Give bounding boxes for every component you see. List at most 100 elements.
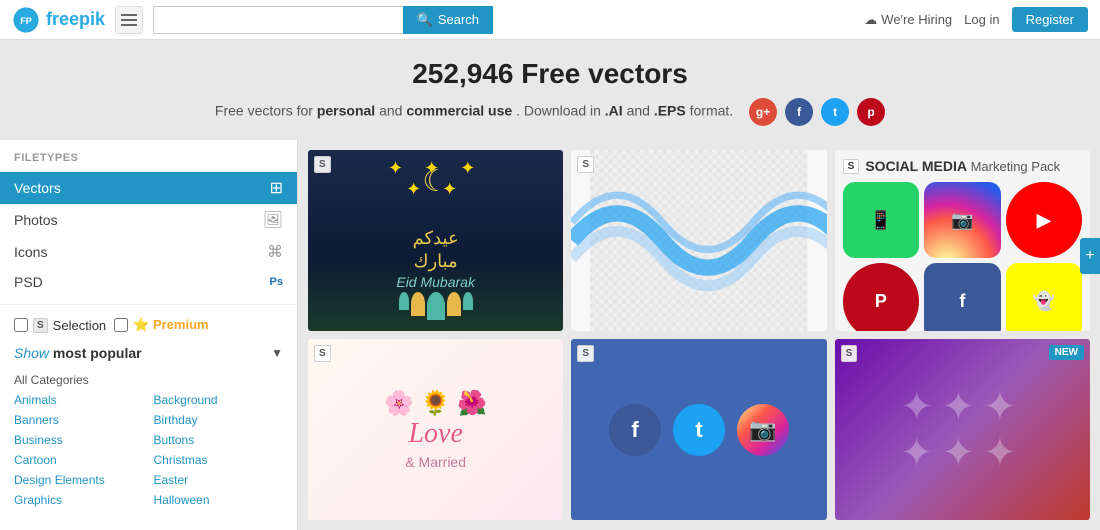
- icons-icon: ⌘: [267, 242, 283, 262]
- logo[interactable]: FP freepik: [12, 6, 105, 34]
- card-fb-social[interactable]: S f t 📷: [571, 339, 826, 520]
- card-love[interactable]: S 🌸 🌻 🌺 Love & Married: [308, 339, 563, 520]
- hero-ai: .AI: [605, 103, 623, 119]
- eid-arabic-text: عيدكممبارك: [318, 227, 553, 274]
- hero-personal: personal: [317, 103, 375, 119]
- card-wave-badge: S: [577, 156, 594, 173]
- hero-download: . Download in: [516, 103, 605, 119]
- we-hiring-link[interactable]: ☁ We're Hiring: [864, 12, 952, 28]
- register-button[interactable]: Register: [1012, 7, 1088, 32]
- snapchat-icon: 👻: [1006, 263, 1082, 331]
- header: FP freepik 🔍 Search ☁ We're Hiring Log i…: [0, 0, 1100, 40]
- category-business[interactable]: Business: [14, 431, 144, 449]
- search-input[interactable]: [153, 6, 403, 34]
- category-halloween[interactable]: Halloween: [154, 491, 284, 509]
- hero-subtitle-pre: Free vectors for: [215, 103, 317, 119]
- psd-label: PSD: [14, 274, 43, 290]
- card-social-media[interactable]: S SOCIAL MEDIA Marketing Pack 📱 📷 ▶ P f …: [835, 150, 1090, 331]
- search-icon: 🔍: [417, 12, 433, 28]
- psd-icon: Ps: [270, 276, 283, 288]
- show-popular-row[interactable]: Show most popular ▼: [0, 341, 297, 371]
- sidebar-item-psd[interactable]: PSD Ps: [0, 268, 297, 296]
- sidebar-item-photos[interactable]: Photos 🖼: [0, 204, 297, 236]
- category-animals[interactable]: Animals: [14, 391, 144, 409]
- eid-stars: ✦ ✦ ✦ ✦ ✦: [372, 158, 500, 200]
- card-new-badge: NEW: [1049, 345, 1084, 360]
- freepik-logo-icon: FP: [12, 6, 40, 34]
- purple-pattern: ✦✦✦✦✦✦: [900, 384, 1025, 476]
- search-bar: 🔍 Search: [153, 6, 493, 34]
- fb-icon: f: [609, 404, 661, 456]
- card-purple-badge: S: [841, 345, 858, 362]
- photos-icon: 🖼: [263, 210, 283, 230]
- filetypes-label: FILETYPES: [0, 152, 297, 172]
- eid-content: ✦ ✦ ✦ ✦ ✦ ☾ عيدكممبارك Eid Mubarak: [308, 150, 563, 331]
- category-christmas[interactable]: Christmas: [154, 451, 284, 469]
- hero-end: format.: [690, 103, 734, 119]
- pinterest-icon[interactable]: p: [857, 98, 885, 126]
- card-purple[interactable]: S NEW ✦✦✦✦✦✦: [835, 339, 1090, 520]
- hamburger-button[interactable]: [115, 6, 143, 34]
- hero-commercial: commercial use: [406, 103, 512, 119]
- svg-text:FP: FP: [20, 16, 32, 26]
- sidebar-item-icons[interactable]: Icons ⌘: [0, 236, 297, 268]
- all-categories-item[interactable]: All Categories: [14, 371, 283, 389]
- googleplus-icon[interactable]: g+: [749, 98, 777, 126]
- eid-subtitle: Eid Mubarak: [318, 274, 553, 290]
- sidebar-divider: [0, 304, 297, 305]
- facebook-grid-icon: f: [924, 263, 1000, 331]
- social-card-header: S SOCIAL MEDIA Marketing Pack: [843, 158, 1082, 174]
- main-area: FILETYPES Vectors ⊞ Photos 🖼 Icons ⌘ PSD…: [0, 140, 1100, 530]
- social-icons-grid: 📱 📷 ▶ P f 👻 G+ in t: [843, 182, 1082, 331]
- selection-s-badge: S: [33, 318, 48, 333]
- selection-label: Selection: [53, 318, 106, 333]
- premium-checkbox-label[interactable]: ⭐ Premium: [114, 317, 208, 333]
- selection-checkbox[interactable]: [14, 318, 28, 332]
- hamburger-line2: [121, 19, 137, 21]
- hero-title: 252,946 Free vectors: [0, 58, 1100, 90]
- premium-label: ⭐ Premium: [133, 317, 208, 333]
- search-button-label: Search: [438, 12, 479, 27]
- search-button[interactable]: 🔍 Search: [403, 6, 493, 34]
- category-cartoon[interactable]: Cartoon: [14, 451, 144, 469]
- social-header-badge: S: [843, 159, 860, 174]
- category-birthday[interactable]: Birthday: [154, 411, 284, 429]
- social-header-text: SOCIAL MEDIA Marketing Pack: [865, 158, 1060, 174]
- premium-checkbox[interactable]: [114, 318, 128, 332]
- selection-row: S Selection ⭐ Premium: [0, 313, 297, 341]
- love-sub: & Married: [384, 454, 487, 470]
- cloud-icon: ☁: [864, 12, 877, 28]
- category-graphics[interactable]: Graphics: [14, 491, 144, 509]
- icons-label: Icons: [14, 244, 47, 260]
- show-italic: Show: [14, 345, 49, 361]
- selection-checkbox-label[interactable]: S Selection: [14, 318, 106, 333]
- eid-domes: [318, 292, 553, 320]
- facebook-icon[interactable]: f: [785, 98, 813, 126]
- category-easter[interactable]: Easter: [154, 471, 284, 489]
- hamburger-line1: [121, 14, 137, 16]
- show-bold: most popular: [53, 345, 142, 361]
- twitter-icon[interactable]: t: [821, 98, 849, 126]
- sidebar-item-vectors[interactable]: Vectors ⊞: [0, 172, 297, 204]
- right-handle[interactable]: +: [1080, 238, 1100, 274]
- categories-grid: All Categories Animals Background Banner…: [0, 371, 297, 509]
- vectors-label: Vectors: [14, 180, 61, 196]
- card-wave[interactable]: S: [571, 150, 826, 331]
- category-buttons[interactable]: Buttons: [154, 431, 284, 449]
- category-design-elements[interactable]: Design Elements: [14, 471, 144, 489]
- card-eid[interactable]: S ✦ ✦ ✦ ✦ ✦ ☾ عيدكممبارك Eid Mubarak: [308, 150, 563, 331]
- hero-eps: .EPS: [654, 103, 686, 119]
- hero-and: and: [379, 103, 406, 119]
- love-text: Love: [384, 418, 487, 450]
- we-hiring-text: We're Hiring: [881, 12, 952, 27]
- category-background[interactable]: Background: [154, 391, 284, 409]
- social-icons: g+ f t p: [749, 98, 885, 126]
- category-banners[interactable]: Banners: [14, 411, 144, 429]
- login-link[interactable]: Log in: [964, 12, 999, 27]
- love-flowers: 🌸 🌻 🌺: [384, 389, 487, 418]
- show-popular-text: Show most popular: [14, 345, 142, 361]
- hero-subtitle: Free vectors for personal and commercial…: [0, 98, 1100, 126]
- pinterest-grid-icon: P: [843, 263, 919, 331]
- hero-and2: and: [627, 103, 654, 119]
- photos-label: Photos: [14, 212, 58, 228]
